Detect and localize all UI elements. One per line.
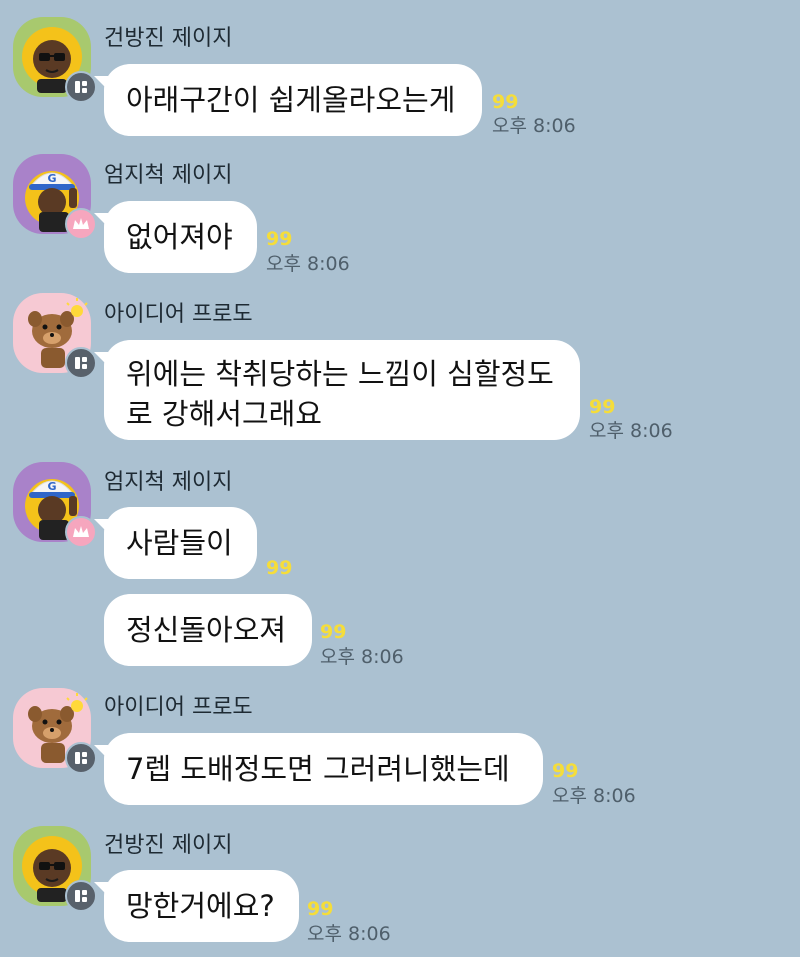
timestamp: 오후 8:06 [589, 420, 673, 442]
crown-badge-icon [65, 516, 97, 548]
message-text: 정신돌아오져 [126, 613, 287, 647]
manager-badge-icon [65, 347, 97, 379]
sender-name[interactable]: 엄지척 제이지 [104, 163, 232, 189]
sender-name[interactable]: 건방진 제이지 [104, 833, 232, 859]
message-text: 없어져야 [126, 220, 233, 254]
unread-count: 99 [307, 898, 334, 920]
message-bubble[interactable]: 아래구간이 쉽게올라오는게 [94, 64, 482, 136]
bubble-tail [94, 745, 108, 759]
timestamp: 오후 8:06 [320, 646, 404, 668]
avatar[interactable] [13, 293, 97, 379]
crown-badge-icon [65, 208, 97, 240]
unread-count: 99 [266, 557, 293, 579]
message-text: 아래구간이 쉽게올라오는게 [126, 83, 456, 117]
bubble-tail [94, 519, 108, 533]
message-bubble[interactable]: 정신돌아오져 [104, 594, 312, 666]
avatar[interactable]: G [13, 462, 97, 548]
message-text-line-1: 위에는 착취당하는 느낌이 심할정도 [126, 357, 554, 391]
bubble-tail [94, 213, 108, 227]
timestamp: 오후 8:06 [552, 785, 636, 807]
message-bubble[interactable]: 없어져야 [94, 201, 257, 273]
message-bubble[interactable]: 7렙 도배정도면 그러려니했는데 [94, 733, 543, 805]
sender-name[interactable]: 엄지척 제이지 [104, 470, 232, 496]
bubble-tail [94, 882, 108, 896]
message-bubble[interactable]: 망한거에요? [94, 870, 299, 942]
manager-badge-icon [65, 71, 97, 103]
message-text: 망한거에요? [126, 889, 275, 923]
timestamp: 오후 8:06 [266, 253, 350, 275]
avatar[interactable] [13, 688, 97, 774]
bubble-tail [94, 76, 108, 90]
unread-count: 99 [266, 228, 293, 250]
avatar[interactable] [13, 17, 97, 103]
unread-count: 99 [320, 621, 347, 643]
bubble-tail [94, 352, 108, 366]
avatar[interactable] [13, 826, 97, 912]
manager-badge-icon [65, 742, 97, 774]
unread-count: 99 [552, 760, 579, 782]
svg-text:G: G [47, 480, 56, 493]
timestamp: 오후 8:06 [492, 115, 576, 137]
manager-badge-icon [65, 880, 97, 912]
sender-name[interactable]: 아이디어 프로도 [104, 302, 253, 328]
unread-count: 99 [589, 396, 616, 418]
avatar[interactable]: G [13, 154, 97, 240]
sender-name[interactable]: 아이디어 프로도 [104, 695, 253, 721]
sender-name[interactable]: 건방진 제이지 [104, 26, 232, 52]
message-bubble[interactable]: 사람들이 [94, 507, 257, 579]
message-text-line-2: 로 강해서그래요 [126, 397, 322, 431]
message-bubble[interactable]: 위에는 착취당하는 느낌이 심할정도 로 강해서그래요 [94, 340, 580, 440]
svg-text:G: G [47, 172, 56, 185]
timestamp: 오후 8:06 [307, 923, 391, 945]
unread-count: 99 [492, 91, 519, 113]
message-text: 7렙 도배정도면 그러려니했는데 [126, 752, 510, 786]
message-text: 사람들이 [126, 526, 233, 560]
